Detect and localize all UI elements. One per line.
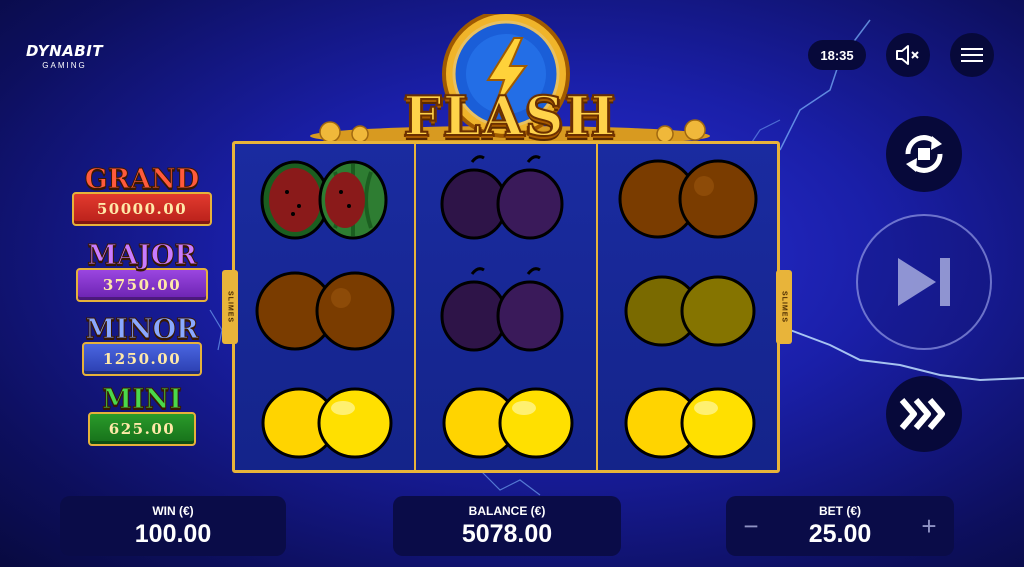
win-panel: WIN (€) 100.00: [60, 496, 286, 556]
game-logo: FLASH COINS: [300, 14, 720, 213]
jackpot-minor-value: 1250.00: [82, 342, 202, 376]
jackpot-minor: MINOR 1250.00: [82, 314, 202, 376]
jackpot-major: MAJOR 3750.00: [76, 240, 208, 302]
mute-button[interactable]: [886, 33, 930, 77]
symbol-plum: [416, 144, 595, 254]
bet-value: 25.00: [808, 520, 872, 548]
bet-display: BET (€) 25.00: [776, 496, 904, 556]
bet-panel: − BET (€) 25.00 +: [726, 496, 954, 556]
plum-icon: [440, 155, 564, 240]
orange-icon: [255, 271, 395, 351]
jackpot-major-value: 3750.00: [76, 268, 208, 302]
spin-button[interactable]: [856, 214, 992, 350]
symbol-lemon: [416, 368, 595, 478]
symbol-orange: [598, 144, 777, 254]
bet-label: BET (€): [819, 504, 861, 518]
plum-icon: [440, 267, 564, 352]
menu-button[interactable]: [950, 33, 994, 77]
side-tab-left: SLIMES: [222, 270, 238, 344]
brand-logo: DYNABIT GAMING: [26, 42, 103, 70]
win-value: 100.00: [134, 520, 212, 548]
fast-forward-icon: [899, 398, 945, 430]
autoplay-button[interactable]: [886, 116, 962, 192]
reel-3: [598, 144, 777, 470]
hamburger-menu-icon: [961, 48, 983, 62]
play-skip-icon: [898, 258, 950, 306]
orange-icon: [618, 159, 758, 239]
symbol-lemon: [598, 368, 777, 478]
symbol-orange: [235, 256, 414, 366]
jackpot-grand-label: GRAND: [84, 164, 200, 195]
lemon-icon: [624, 387, 756, 459]
side-tab-right: SLIMES: [776, 270, 792, 344]
balance-panel: BALANCE (€) 5078.00: [393, 496, 621, 556]
watermelon-icon: [260, 160, 388, 240]
clock: 18:35: [808, 40, 866, 70]
symbol-lemon: [235, 368, 414, 478]
brand-name: DYNABIT: [26, 42, 104, 60]
reel-grid: [232, 141, 780, 473]
autoplay-cycle-icon: [905, 135, 943, 173]
symbol-watermelon: [235, 144, 414, 254]
jackpot-mini: MINI 625.00: [88, 384, 196, 446]
brand-sub: GAMING: [42, 61, 87, 70]
jackpot-grand-value: 50000.00: [72, 192, 212, 226]
jackpot-major-label: MAJOR: [87, 240, 198, 271]
jackpot-grand: GRAND 50000.00: [72, 164, 212, 226]
reel-2: [416, 144, 598, 470]
lemon-icon: [261, 387, 393, 459]
symbol-plum: [416, 256, 595, 366]
symbol-lemon-dim: [598, 256, 777, 366]
jackpot-mini-value: 625.00: [88, 412, 196, 446]
balance-value: 5078.00: [461, 520, 553, 548]
turbo-button[interactable]: [886, 376, 962, 452]
bet-increase-button[interactable]: +: [904, 496, 954, 556]
jackpot-minor-label: MINOR: [85, 314, 199, 345]
bet-decrease-button[interactable]: −: [726, 496, 776, 556]
lemon-icon: [442, 387, 574, 459]
speaker-muted-icon: [896, 45, 919, 65]
jackpot-mini-label: MINI: [102, 384, 183, 415]
win-label: WIN (€): [152, 504, 194, 518]
balance-label: BALANCE (€): [468, 504, 546, 518]
reel-1: [235, 144, 417, 470]
lemon-icon: [624, 275, 756, 347]
